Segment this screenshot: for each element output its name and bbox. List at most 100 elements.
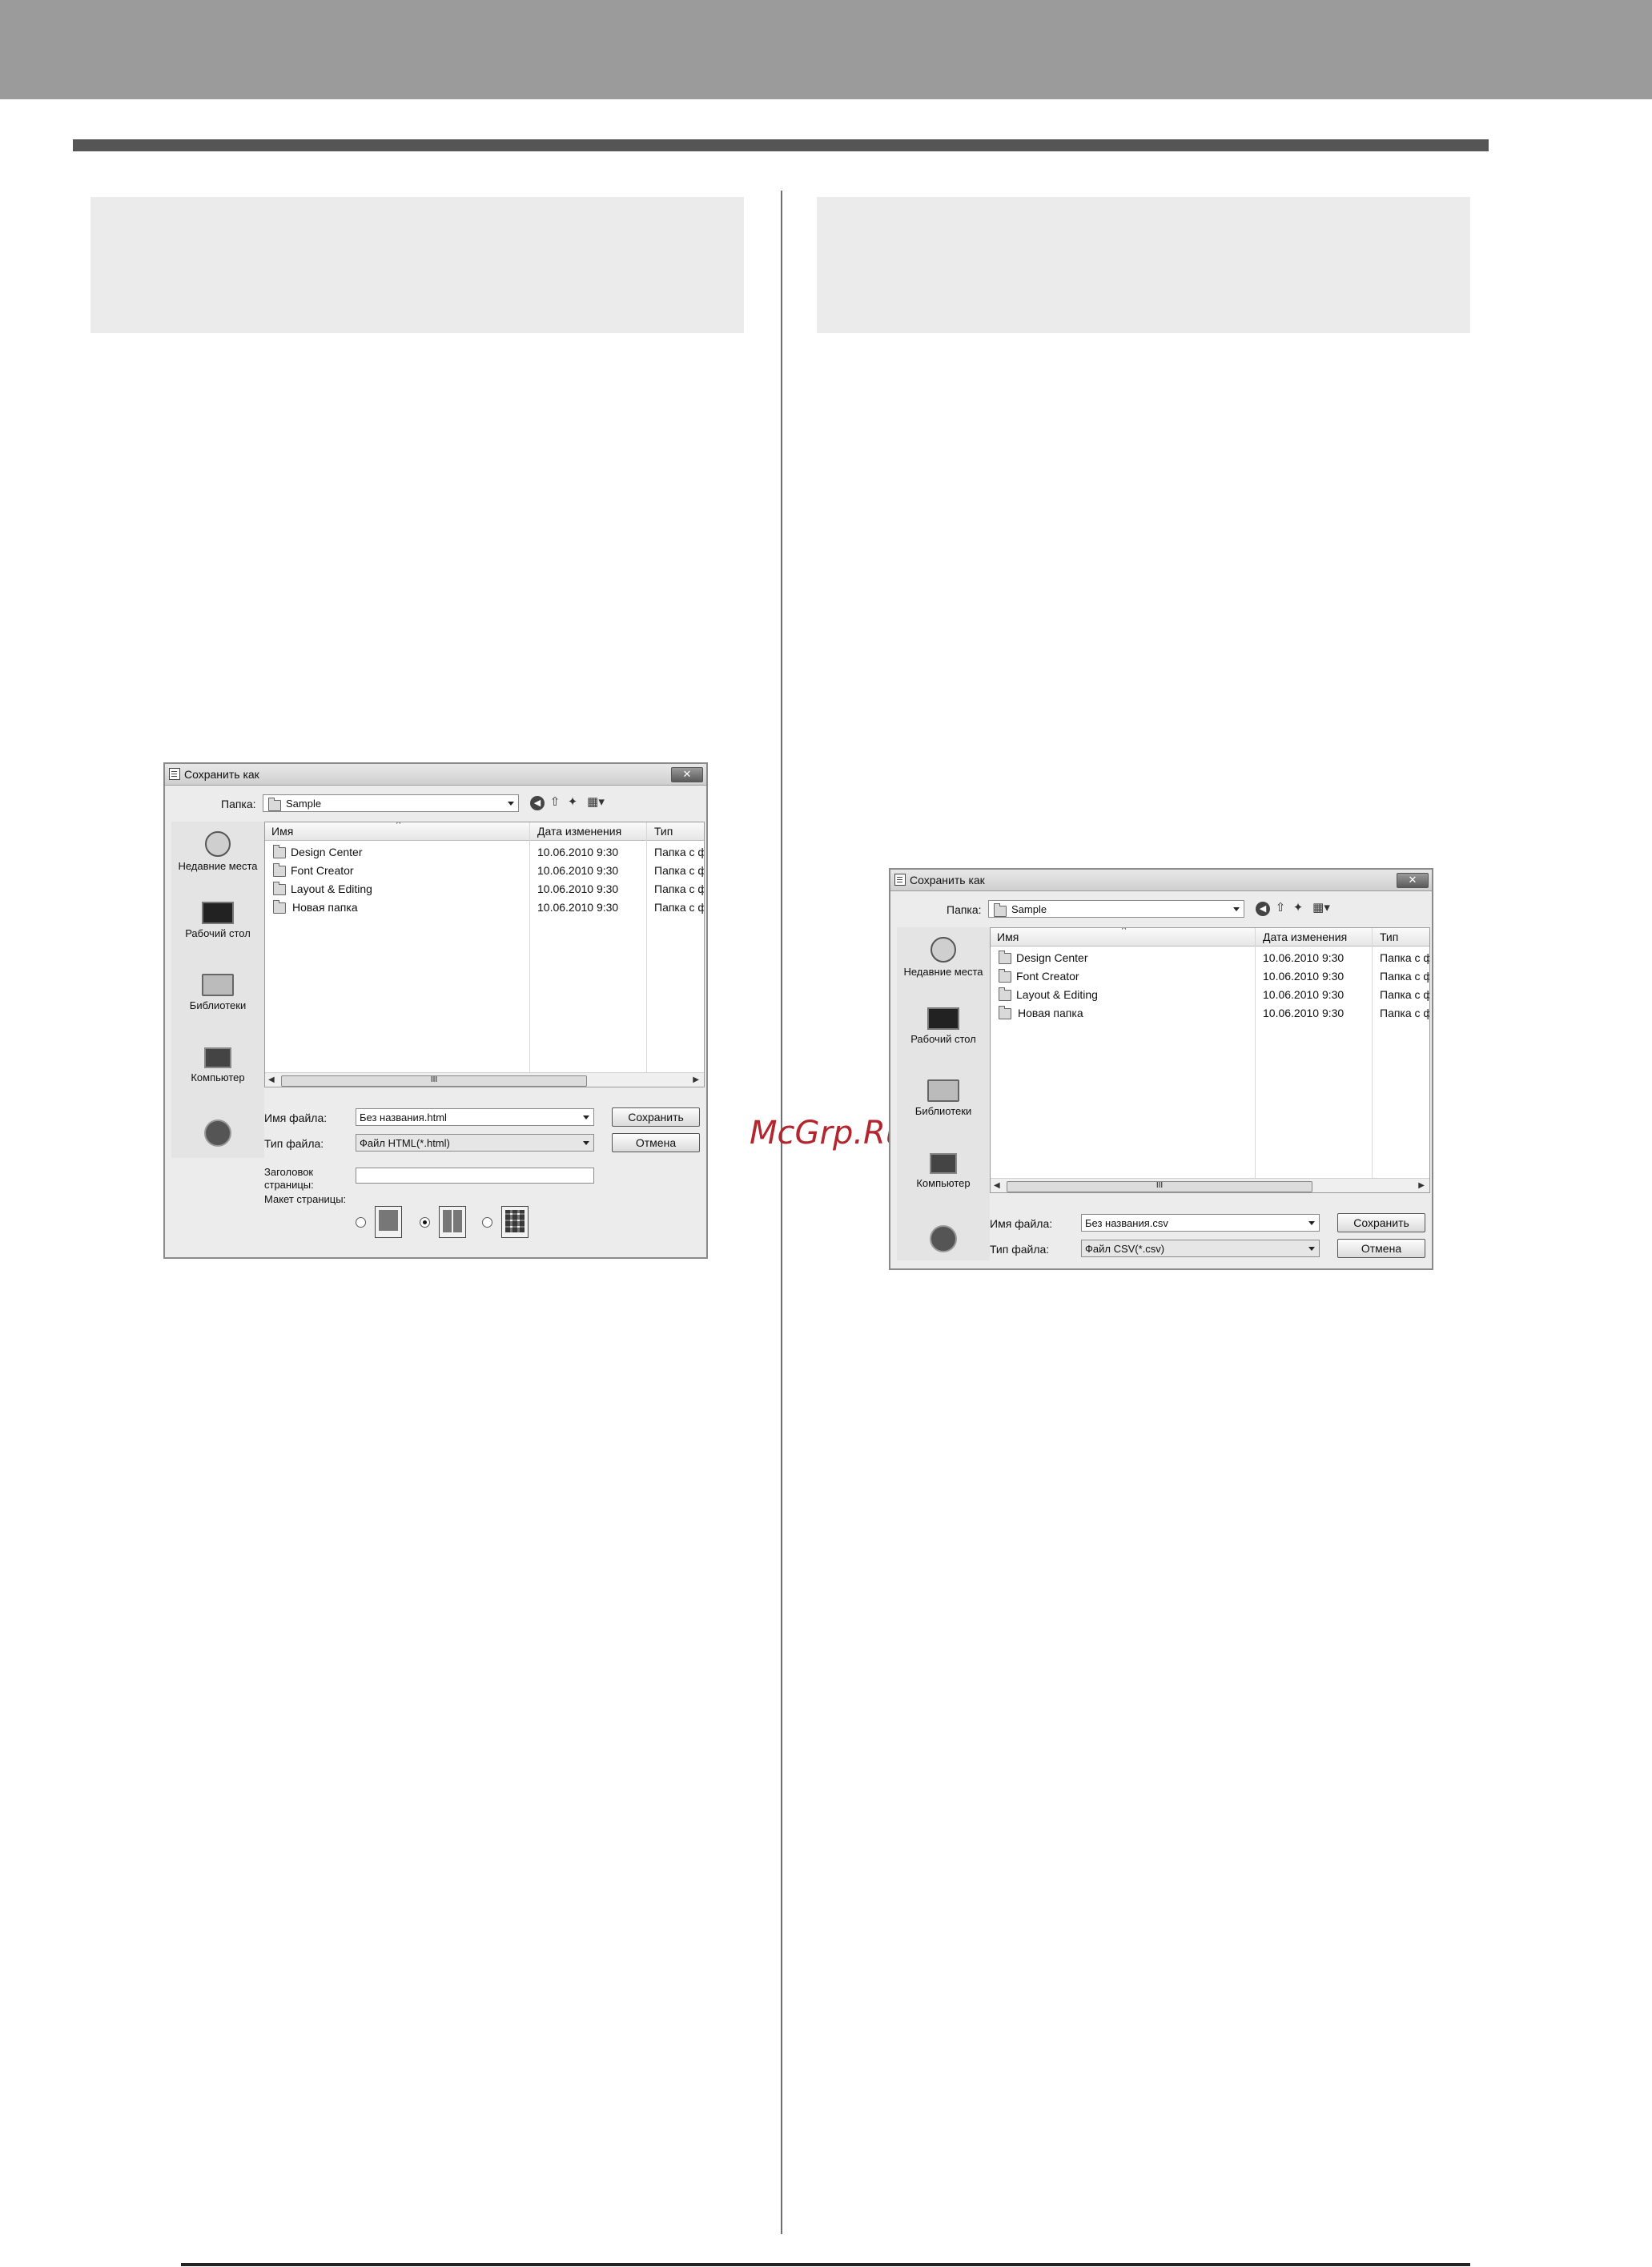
file-name: Design Center [1016,951,1088,964]
places-bar: Недавние места Рабочий стол Библиотеки К… [171,822,264,1158]
view-menu-icon[interactable]: ▦▾ [585,795,607,810]
table-row[interactable]: Новая папка 10.06.2010 9:30 Папка с ф [991,1004,1429,1023]
folder-select[interactable]: Sample [263,794,519,812]
back-icon[interactable]: ◀ [530,796,545,810]
folder-icon [273,845,286,858]
column-date[interactable]: Дата изменения [537,825,621,838]
column-type[interactable]: Тип [1380,931,1398,943]
file-date: 10.06.2010 9:30 [1263,951,1345,964]
scroll-right-icon[interactable]: ▶ [1418,1181,1425,1190]
computer-icon [930,1153,957,1174]
file-name: Layout & Editing [1016,988,1098,1001]
horizontal-scrollbar[interactable]: ◀ III ▶ [991,1178,1429,1192]
header-band [0,0,1652,99]
file-name: Font Creator [291,864,354,877]
place-desktop[interactable]: Рабочий стол [171,902,264,939]
table-row[interactable]: Layout & Editing 10.06.2010 9:30 Папка с… [265,880,704,898]
close-button[interactable]: ✕ [671,767,703,782]
save-as-dialog-csv: Сохранить как ✕ Папка: Sample ◀ ⇧ ✦ ▦▾ Н… [889,868,1433,1270]
desktop-icon [927,1007,959,1030]
watermark: McGrp.Ru [750,1115,906,1152]
new-folder-icon[interactable]: ✦ [1291,901,1305,915]
column-date[interactable]: Дата изменения [1263,931,1347,943]
file-type: Папка с ф [654,846,705,858]
filetype-select[interactable]: Файл CSV(*.csv) [1081,1240,1320,1257]
column-type[interactable]: Тип [654,825,673,838]
layout-radio-2[interactable] [420,1217,430,1228]
column-name[interactable]: Имя [997,931,1019,943]
filename-label: Имя файла: [990,1217,1053,1230]
place-computer-label: Компьютер [916,1177,971,1189]
scroll-left-icon[interactable]: ◀ [268,1075,275,1084]
filetype-select[interactable]: Файл HTML(*.html) [356,1134,594,1152]
file-type: Папка с ф [654,882,705,895]
page-title-label-line1: Заголовок [264,1166,314,1178]
folder-icon [999,1006,1011,1019]
folder-select[interactable]: Sample [988,900,1244,918]
layout-single-icon [375,1206,402,1238]
place-computer[interactable]: Компьютер [171,1047,264,1083]
place-desktop-label: Рабочий стол [185,927,251,939]
file-date: 10.06.2010 9:30 [537,846,619,858]
layout-radio-3[interactable] [482,1217,492,1228]
filetype-label: Тип файла: [990,1243,1050,1256]
close-button[interactable]: ✕ [1397,873,1429,888]
layout-grid-icon [501,1206,529,1238]
network-icon [204,1119,231,1147]
scroll-right-icon[interactable]: ▶ [693,1075,699,1084]
cancel-button[interactable]: Отмена [1337,1239,1425,1258]
place-network[interactable] [897,1225,990,1256]
filename-field[interactable]: Без названия.csv [1081,1214,1320,1232]
table-row[interactable]: Design Center 10.06.2010 9:30 Папка с ф [991,949,1429,967]
file-type: Папка с ф [1380,970,1430,983]
dialog-title: Сохранить как [184,768,259,781]
save-as-dialog-html: Сохранить как ✕ Папка: Sample ◀ ⇧ ✦ ▦▾ Н… [163,762,708,1259]
place-recent-label: Недавние места [903,966,983,978]
place-network[interactable] [171,1119,264,1150]
dialog-app-icon [894,874,906,886]
place-desktop-label: Рабочий стол [910,1033,976,1045]
view-menu-icon[interactable]: ▦▾ [1310,901,1332,915]
layout-radio-1[interactable] [356,1217,366,1228]
column-name[interactable]: Имя [271,825,293,838]
up-folder-icon[interactable]: ⇧ [1273,901,1288,915]
filename-field[interactable]: Без названия.html [356,1108,594,1126]
folder-icon [994,903,1007,917]
scroll-thumb[interactable]: III [1007,1181,1312,1192]
scroll-thumb[interactable]: III [281,1075,587,1087]
file-type: Папка с ф [654,864,705,877]
folder-icon [268,798,281,811]
table-row[interactable]: Design Center 10.06.2010 9:30 Папка с ф [265,843,704,862]
file-date: 10.06.2010 9:30 [1263,970,1345,983]
table-row[interactable]: Font Creator 10.06.2010 9:30 Папка с ф [265,862,704,880]
place-libraries[interactable]: Библиотеки [171,974,264,1011]
chevron-down-icon [508,802,514,806]
place-recent[interactable]: Недавние места [171,831,264,872]
desktop-icon [202,902,234,924]
place-computer[interactable]: Компьютер [897,1153,990,1189]
column-divider [781,191,782,2234]
dialog-titlebar: Сохранить как ✕ [165,764,706,786]
right-heading-box [817,197,1470,333]
file-type: Папка с ф [654,901,705,914]
sort-ascending-icon: ^ [396,822,401,829]
page-title-input[interactable] [356,1168,594,1184]
table-row[interactable]: Font Creator 10.06.2010 9:30 Папка с ф [991,967,1429,986]
new-folder-icon[interactable]: ✦ [565,795,580,810]
scroll-left-icon[interactable]: ◀ [994,1181,1000,1190]
place-recent[interactable]: Недавние места [897,937,990,978]
table-row[interactable]: Новая папка 10.06.2010 9:30 Папка с ф [265,898,704,917]
file-name: Font Creator [1016,970,1079,983]
up-folder-icon[interactable]: ⇧ [548,795,562,810]
back-icon[interactable]: ◀ [1256,902,1270,916]
dialog-titlebar: Сохранить как ✕ [890,870,1432,891]
file-name: Новая папка [1018,1007,1083,1019]
save-button[interactable]: Сохранить [612,1107,700,1127]
place-desktop[interactable]: Рабочий стол [897,1007,990,1045]
horizontal-scrollbar[interactable]: ◀ III ▶ [265,1072,704,1087]
cancel-button[interactable]: Отмена [612,1133,700,1152]
place-libraries[interactable]: Библиотеки [897,1079,990,1117]
table-row[interactable]: Layout & Editing 10.06.2010 9:30 Папка с… [991,986,1429,1004]
save-button[interactable]: Сохранить [1337,1213,1425,1232]
recent-places-icon [205,831,231,857]
